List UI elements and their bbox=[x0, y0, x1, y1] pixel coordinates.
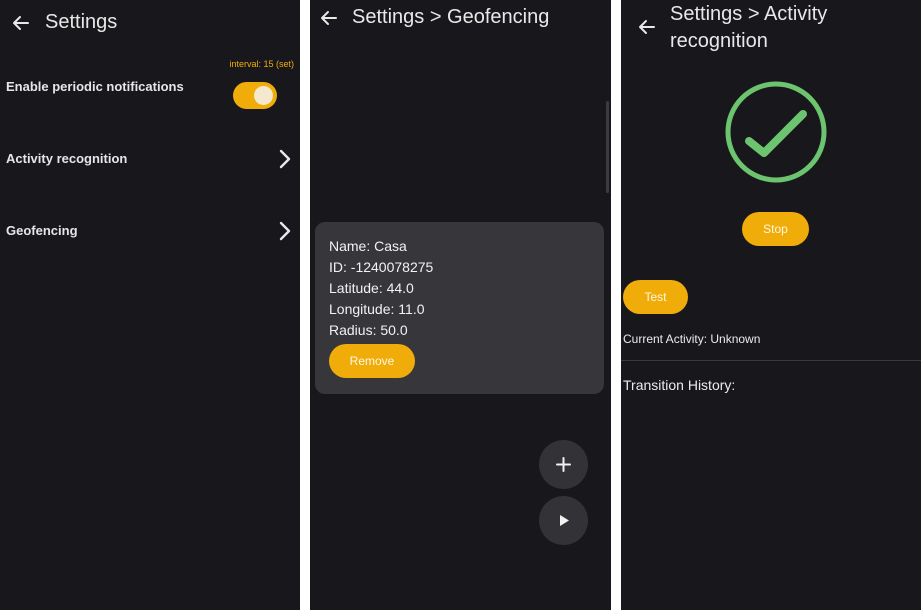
divider bbox=[621, 360, 921, 361]
chevron-right-icon[interactable] bbox=[278, 221, 292, 241]
page-title: Settings bbox=[45, 11, 118, 33]
stop-button[interactable]: Stop bbox=[742, 212, 809, 246]
test-button[interactable]: Test bbox=[623, 280, 688, 314]
plus-icon bbox=[556, 457, 571, 472]
remove-button[interactable]: Remove bbox=[329, 344, 415, 378]
page-title: Settings > Activity recognition bbox=[670, 3, 828, 52]
chevron-right-icon[interactable] bbox=[278, 149, 292, 169]
periodic-notifications-toggle[interactable] bbox=[233, 82, 277, 109]
geofence-name: Name: Casa bbox=[329, 238, 407, 254]
activity-recognition-screen: Settings > Activity recognition Stop Tes… bbox=[621, 0, 921, 610]
geofencing-screen: Settings > Geofencing Name: Casa ID: -12… bbox=[310, 0, 611, 610]
transition-history-heading: Transition History: bbox=[623, 377, 736, 393]
page-title: Settings > Geofencing bbox=[352, 6, 550, 28]
toggle-knob bbox=[254, 86, 273, 105]
back-arrow-icon[interactable] bbox=[319, 8, 339, 28]
current-activity-text: Current Activity: Unknown bbox=[623, 332, 761, 346]
geofence-latitude: Latitude: 44.0 bbox=[329, 280, 414, 296]
play-button[interactable] bbox=[539, 496, 588, 545]
add-geofence-button[interactable] bbox=[539, 440, 588, 489]
periodic-notifications-label: Enable periodic notifications bbox=[6, 79, 184, 94]
geofence-id: ID: -1240078275 bbox=[329, 259, 434, 275]
settings-item-geofencing[interactable]: Geofencing bbox=[6, 223, 78, 238]
settings-screen: Settings interval: 15 (set) Enable perio… bbox=[0, 0, 300, 610]
check-circle-icon bbox=[721, 77, 831, 187]
interval-status: interval: 15 (set) bbox=[229, 59, 294, 69]
geofence-card: Name: Casa ID: -1240078275 Latitude: 44.… bbox=[315, 222, 604, 394]
geofence-longitude: Longitude: 11.0 bbox=[329, 301, 425, 317]
scrollbar[interactable] bbox=[606, 101, 609, 193]
settings-item-activity-recognition[interactable]: Activity recognition bbox=[6, 151, 127, 166]
back-arrow-icon[interactable] bbox=[11, 13, 31, 33]
back-arrow-icon[interactable] bbox=[637, 17, 657, 37]
geofence-radius: Radius: 50.0 bbox=[329, 322, 408, 338]
play-icon bbox=[560, 515, 569, 526]
